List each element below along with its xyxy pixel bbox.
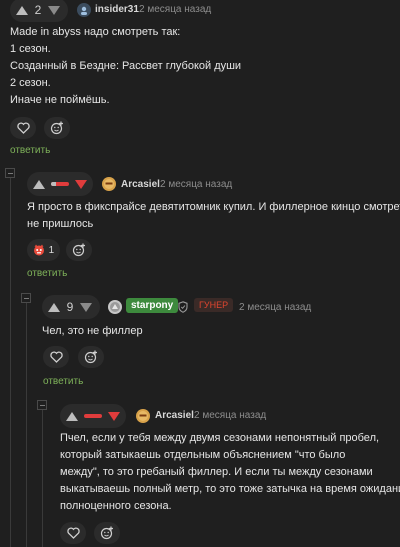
username-tag[interactable]: starpony (126, 298, 179, 313)
add-emoji-icon (50, 121, 63, 135)
add-reaction-button[interactable] (94, 522, 120, 544)
thread-line (10, 178, 11, 547)
heart-icon (49, 351, 63, 363)
comment-text: Чел, это не филлер (42, 323, 143, 340)
thread-line (42, 410, 43, 547)
heart-icon (66, 527, 80, 539)
comment-line: Made in abyss надо смотреть так: (10, 26, 181, 38)
username[interactable]: insider31 (95, 4, 139, 15)
comment-line: между", то это гребаный филлер. И если т… (60, 466, 373, 478)
thread-line (26, 303, 27, 547)
upvote-icon[interactable] (33, 179, 45, 189)
comment-line: Чел, это не филлер (42, 325, 143, 337)
comment-line: Созданный в Бездне: Рассвет глубокой душ… (10, 60, 242, 72)
avatar[interactable] (102, 177, 116, 191)
reaction-chip[interactable]: 1 (27, 239, 60, 261)
comment-date: 2 месяца назад (139, 4, 212, 15)
avatar[interactable] (77, 3, 91, 17)
user-avatar-icon (110, 302, 120, 312)
like-button[interactable] (43, 346, 69, 368)
heart-icon (16, 122, 30, 134)
comment-line: 2 сезон. (10, 77, 51, 89)
add-reaction-button[interactable] (66, 239, 92, 261)
collapse-thread-button[interactable] (37, 400, 47, 410)
comment-text: Made in abyss надо смотреть так: 1 сезон… (10, 24, 241, 109)
user-badge: ГУНЕР (194, 298, 234, 312)
comment-text: Я просто в фикспрайсе девятитомник купил… (27, 199, 400, 233)
like-button[interactable] (10, 117, 36, 139)
downvote-icon[interactable] (75, 179, 87, 189)
username[interactable]: Arcasiel (155, 410, 194, 421)
rating-value: 2 (34, 3, 42, 17)
downvote-icon[interactable] (108, 411, 120, 421)
rating-value: 9 (66, 300, 74, 314)
user-avatar-icon (81, 6, 87, 15)
comment-line: 1 сезон. (10, 43, 51, 55)
username[interactable]: Arcasiel (121, 179, 160, 190)
rating-ratio-bar (51, 182, 69, 186)
shield-icon (178, 301, 188, 316)
vote-bar: 9 (42, 295, 100, 319)
reaction-count: 1 (48, 244, 55, 256)
comment-date: 2 месяца назад (239, 302, 312, 313)
comment-line: не пришлось (27, 218, 94, 230)
upvote-icon[interactable] (66, 411, 78, 421)
comment-date: 2 месяца назад (160, 179, 233, 190)
comment-line: Иначе не поймёшь. (10, 94, 110, 106)
comment-line: который затыкаешь отдельным объяснением … (60, 449, 346, 461)
user-avatar-icon (138, 411, 148, 421)
reply-link[interactable]: ответить (43, 376, 83, 387)
reply-link[interactable]: ответить (27, 268, 67, 279)
add-emoji-icon (100, 526, 113, 540)
upvote-icon[interactable] (48, 302, 60, 312)
comment-date: 2 месяца назад (194, 410, 267, 421)
comment-line: полноценного сезона. (60, 500, 172, 512)
downvote-icon[interactable] (48, 5, 60, 15)
collapse-thread-button[interactable] (21, 293, 31, 303)
cat-reaction-icon (33, 244, 44, 256)
vote-bar (27, 172, 93, 196)
comment-line: Я просто в фикспрайсе девятитомник купил… (27, 201, 400, 213)
like-button[interactable] (60, 522, 86, 544)
rating-ratio-bar (84, 414, 102, 418)
user-avatar-icon (104, 179, 114, 189)
collapse-thread-button[interactable] (5, 168, 15, 178)
comment-line: выкатываешь полный метр, то это тоже зат… (60, 483, 400, 495)
vote-bar: 2 (10, 0, 68, 22)
add-emoji-icon (84, 350, 97, 364)
upvote-icon[interactable] (16, 5, 28, 15)
vote-bar (60, 404, 126, 428)
add-reaction-button[interactable] (44, 117, 70, 139)
reply-link[interactable]: ответить (10, 145, 50, 156)
add-emoji-icon (72, 243, 85, 257)
avatar[interactable] (136, 409, 150, 423)
comment-text: Пчел, если у тебя между двумя сезонами н… (60, 430, 400, 515)
add-reaction-button[interactable] (78, 346, 104, 368)
rating-ratio-positive (51, 182, 57, 186)
downvote-icon[interactable] (80, 302, 92, 312)
avatar[interactable] (108, 300, 122, 314)
comment-line: Пчел, если у тебя между двумя сезонами н… (60, 432, 380, 444)
